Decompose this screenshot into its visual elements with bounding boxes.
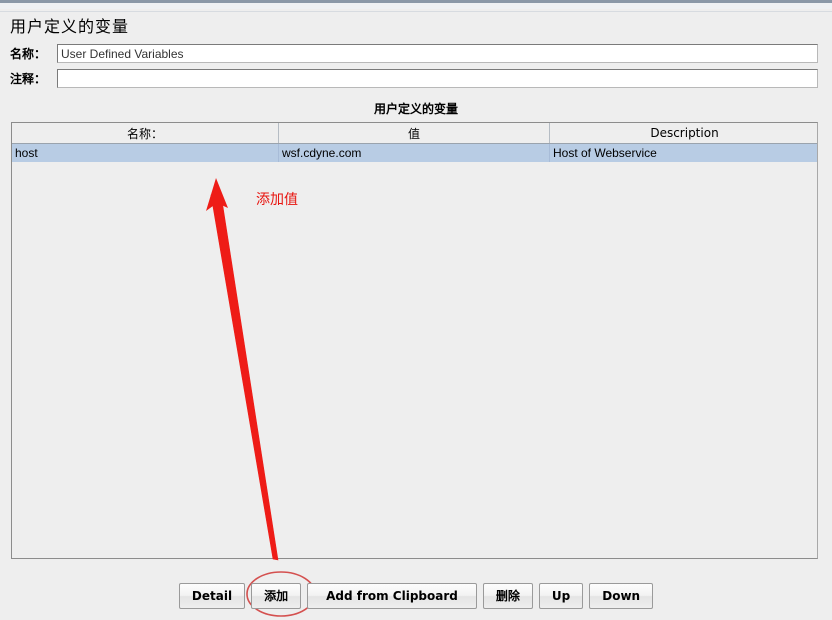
- delete-button[interactable]: 删除: [482, 583, 533, 609]
- column-header-description[interactable]: Description: [549, 123, 817, 144]
- detail-button[interactable]: Detail: [178, 583, 246, 609]
- move-up-button[interactable]: Up: [538, 583, 584, 609]
- window-title-bar: [0, 0, 832, 12]
- column-header-value[interactable]: 值: [278, 123, 550, 144]
- name-input[interactable]: [57, 44, 818, 63]
- page-title: 用户定义的变量: [10, 17, 130, 36]
- comment-input[interactable]: [57, 69, 818, 88]
- name-field-label: 名称：: [10, 47, 47, 61]
- cell-variable-value[interactable]: wsf.cdyne.com: [278, 143, 550, 162]
- add-button[interactable]: 添加: [251, 583, 302, 609]
- title-bar-divider: [0, 11, 832, 12]
- comment-field-row: 注释：: [10, 69, 820, 89]
- variables-table[interactable]: 名称： 值 Description host wsf.cdyne.com Hos…: [12, 123, 817, 162]
- move-down-button[interactable]: Down: [589, 583, 654, 609]
- cell-variable-name[interactable]: host: [12, 143, 279, 162]
- column-header-name[interactable]: 名称：: [12, 123, 279, 144]
- button-bar: Detail 添加 Add from Clipboard 删除 Up Down: [0, 583, 832, 609]
- name-field-row: 名称：: [10, 44, 820, 64]
- variables-table-caption: 用户定义的变量: [373, 102, 458, 116]
- table-empty-area[interactable]: [12, 163, 817, 558]
- cell-variable-description[interactable]: Host of Webservice: [549, 143, 817, 162]
- table-row[interactable]: host wsf.cdyne.com Host of Webservice: [12, 143, 817, 162]
- table-header-row: 名称： 值 Description: [12, 123, 817, 144]
- add-from-clipboard-button[interactable]: Add from Clipboard: [307, 583, 477, 609]
- variables-table-container[interactable]: 名称： 值 Description host wsf.cdyne.com Hos…: [11, 122, 818, 559]
- comment-field-label: 注释：: [10, 72, 47, 86]
